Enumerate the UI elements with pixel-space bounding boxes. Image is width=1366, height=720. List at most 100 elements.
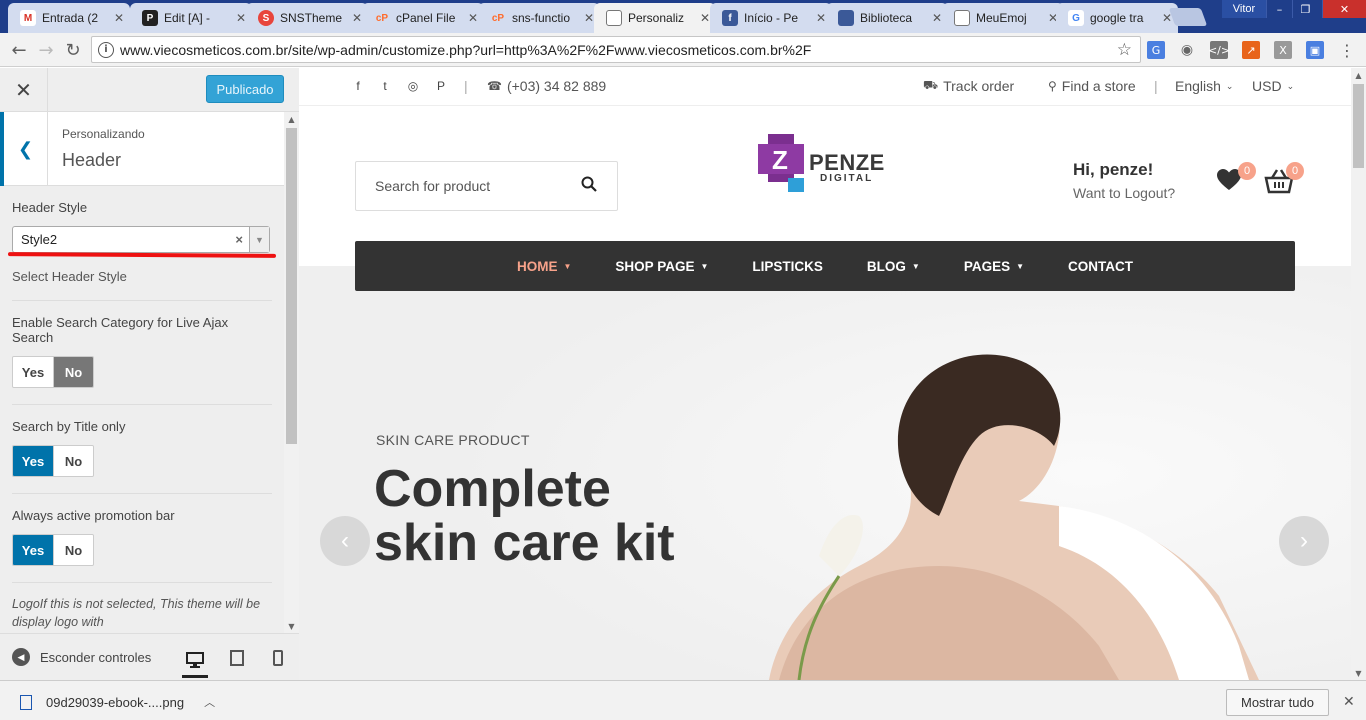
- close-icon[interactable]: ✕: [236, 11, 246, 25]
- currency-selector[interactable]: USD ⌄: [1252, 78, 1294, 94]
- scroll-up-icon[interactable]: ▲: [1351, 68, 1366, 82]
- customizer-footer: ◀ Esconder controles: [0, 633, 299, 680]
- tab-sns-functions[interactable]: cP sns-functio ✕: [478, 3, 600, 33]
- nav-item-lipsticks[interactable]: LIPSTICKS: [730, 259, 845, 274]
- address-bar[interactable]: i www.viecosmeticos.com.br/site/wp-admin…: [91, 36, 1141, 63]
- yes-option[interactable]: Yes: [13, 357, 53, 387]
- yes-option[interactable]: Yes: [13, 446, 53, 476]
- scroll-down-icon[interactable]: ▼: [1351, 666, 1366, 680]
- preview-scrollbar[interactable]: ▲ ▼: [1351, 68, 1366, 680]
- desktop-preview-icon[interactable]: [182, 644, 208, 678]
- cart-button[interactable]: 0: [1264, 162, 1304, 196]
- language-label: English: [1175, 78, 1221, 94]
- window-extension-icon[interactable]: ▣: [1306, 41, 1324, 59]
- chevron-down-icon[interactable]: ▼: [249, 227, 269, 252]
- nav-item-home[interactable]: HOME ▼: [495, 259, 593, 274]
- tab-snstheme[interactable]: S SNSTheme ✕: [246, 3, 368, 33]
- tab-pinterest[interactable]: P Edit [A] - ✕: [130, 3, 252, 33]
- hide-controls-button[interactable]: ◀ Esconder controles: [12, 648, 151, 666]
- tab-gmail[interactable]: M Entrada (2 ✕: [8, 3, 130, 33]
- close-icon[interactable]: ✕: [700, 11, 710, 25]
- camera-extension-icon[interactable]: ◉: [1178, 41, 1196, 59]
- tab-biblioteca[interactable]: Biblioteca ✕: [826, 3, 948, 33]
- close-icon[interactable]: ✕: [584, 11, 594, 25]
- find-store-label: Find a store: [1061, 78, 1136, 94]
- customizer-panel: ❮ Personalizando Header Header Style Sty…: [0, 112, 284, 633]
- mobile-preview-icon[interactable]: [265, 646, 291, 670]
- pinterest-icon[interactable]: P: [434, 79, 448, 93]
- no-option[interactable]: No: [53, 446, 93, 476]
- site-logo[interactable]: Z PENZE DIGITAL: [758, 134, 898, 198]
- menu-icon[interactable]: ⋮: [1338, 41, 1356, 60]
- language-selector[interactable]: English ⌄: [1175, 78, 1233, 94]
- tablet-preview-icon[interactable]: [224, 646, 250, 670]
- tab-meuemoji[interactable]: MeuEmoj ✕: [942, 3, 1064, 33]
- browser-toolbar: ← → ↻ i www.viecosmeticos.com.br/site/wp…: [0, 33, 1366, 67]
- close-icon[interactable]: ✕: [0, 68, 48, 112]
- slider-prev-button[interactable]: ‹: [320, 516, 370, 566]
- close-icon[interactable]: ✕: [932, 11, 942, 25]
- back-arrow-icon[interactable]: ←: [8, 39, 30, 61]
- publish-button[interactable]: Publicado: [206, 75, 284, 103]
- twitter-icon[interactable]: t: [378, 79, 392, 93]
- tab-google-translate[interactable]: G google tra ✕: [1056, 3, 1178, 33]
- no-option[interactable]: No: [53, 357, 93, 387]
- nav-item-pages[interactable]: PAGES ▼: [942, 259, 1046, 274]
- close-icon[interactable]: ✕: [352, 11, 362, 25]
- hero-title: Complete skin care kit: [374, 462, 675, 570]
- track-order-link[interactable]: ⛟ Track order: [923, 78, 1014, 94]
- clear-icon[interactable]: ×: [235, 232, 243, 247]
- chevron-left-icon[interactable]: ❮: [0, 112, 48, 186]
- minimize-button[interactable]: –: [1266, 0, 1292, 18]
- code-extension-icon[interactable]: </>: [1208, 41, 1230, 59]
- find-store-link[interactable]: ⚲ Find a store: [1048, 78, 1136, 94]
- close-icon[interactable]: ✕: [468, 11, 478, 25]
- chevron-up-icon[interactable]: ︿: [204, 694, 215, 710]
- download-bar: 09d29039-ebook-....png ︿ Mostrar tudo ✕: [0, 680, 1366, 720]
- header-style-select[interactable]: Style2 × ▼: [12, 226, 270, 253]
- logout-link[interactable]: Want to Logout?: [1073, 185, 1175, 201]
- sidebar-scrollbar[interactable]: ▲ ▼: [284, 112, 299, 633]
- reload-icon[interactable]: ↻: [62, 39, 84, 61]
- scrollbar-thumb[interactable]: [286, 128, 297, 444]
- customizer-sidebar: ✕ Publicado ❮ Personalizando Header Head…: [0, 68, 299, 680]
- nav-item-blog[interactable]: BLOG ▼: [845, 259, 942, 274]
- info-icon[interactable]: i: [98, 41, 114, 58]
- close-icon[interactable]: ✕: [1343, 693, 1355, 710]
- scroll-down-icon[interactable]: ▼: [284, 619, 299, 633]
- tab-cpanel-file[interactable]: cP cPanel File ✕: [362, 3, 484, 33]
- instagram-icon[interactable]: ◎: [406, 79, 420, 93]
- nav-label: SHOP PAGE: [615, 258, 695, 274]
- search-icon[interactable]: [581, 176, 597, 192]
- truck-icon: ⛟: [923, 78, 939, 92]
- close-icon[interactable]: ✕: [816, 11, 826, 25]
- tab-personalizar[interactable]: Personaliz ✕: [594, 3, 716, 33]
- tab-inicio[interactable]: f Início - Pe ✕: [710, 3, 832, 33]
- section-header: ❮ Personalizando Header: [0, 112, 284, 186]
- restore-button[interactable]: ❐: [1292, 0, 1318, 18]
- scrollbar-thumb[interactable]: [1353, 84, 1364, 168]
- wishlist-button[interactable]: 0: [1216, 162, 1256, 196]
- slider-next-button[interactable]: ›: [1279, 516, 1329, 566]
- yes-option[interactable]: Yes: [13, 535, 53, 565]
- close-icon[interactable]: ✕: [114, 11, 124, 25]
- promotion-bar-control: Always active promotion bar Yes No: [12, 494, 272, 583]
- facebook-icon[interactable]: f: [351, 79, 365, 93]
- chart-extension-icon[interactable]: ↗: [1242, 41, 1260, 59]
- new-tab-button[interactable]: [1168, 8, 1208, 26]
- download-item[interactable]: 09d29039-ebook-....png ︿: [20, 694, 215, 710]
- show-all-downloads-button[interactable]: Mostrar tudo: [1226, 689, 1329, 716]
- nav-item-shop-page[interactable]: SHOP PAGE ▼: [593, 259, 730, 274]
- profile-button[interactable]: Vitor: [1222, 0, 1266, 18]
- x-extension-icon[interactable]: X: [1274, 41, 1292, 59]
- product-search-input[interactable]: Search for product: [355, 161, 618, 211]
- forward-arrow-icon[interactable]: →: [35, 39, 57, 61]
- window-close-button[interactable]: ✕: [1322, 0, 1366, 18]
- translate-extension-icon[interactable]: G: [1147, 41, 1165, 59]
- bookmark-star-icon[interactable]: ☆: [1117, 40, 1132, 60]
- chevron-left-icon: ‹: [341, 527, 349, 554]
- no-option[interactable]: No: [53, 535, 93, 565]
- nav-item-contact[interactable]: CONTACT: [1046, 259, 1155, 274]
- tab-label: cPanel File: [396, 11, 456, 25]
- scroll-up-icon[interactable]: ▲: [284, 112, 299, 126]
